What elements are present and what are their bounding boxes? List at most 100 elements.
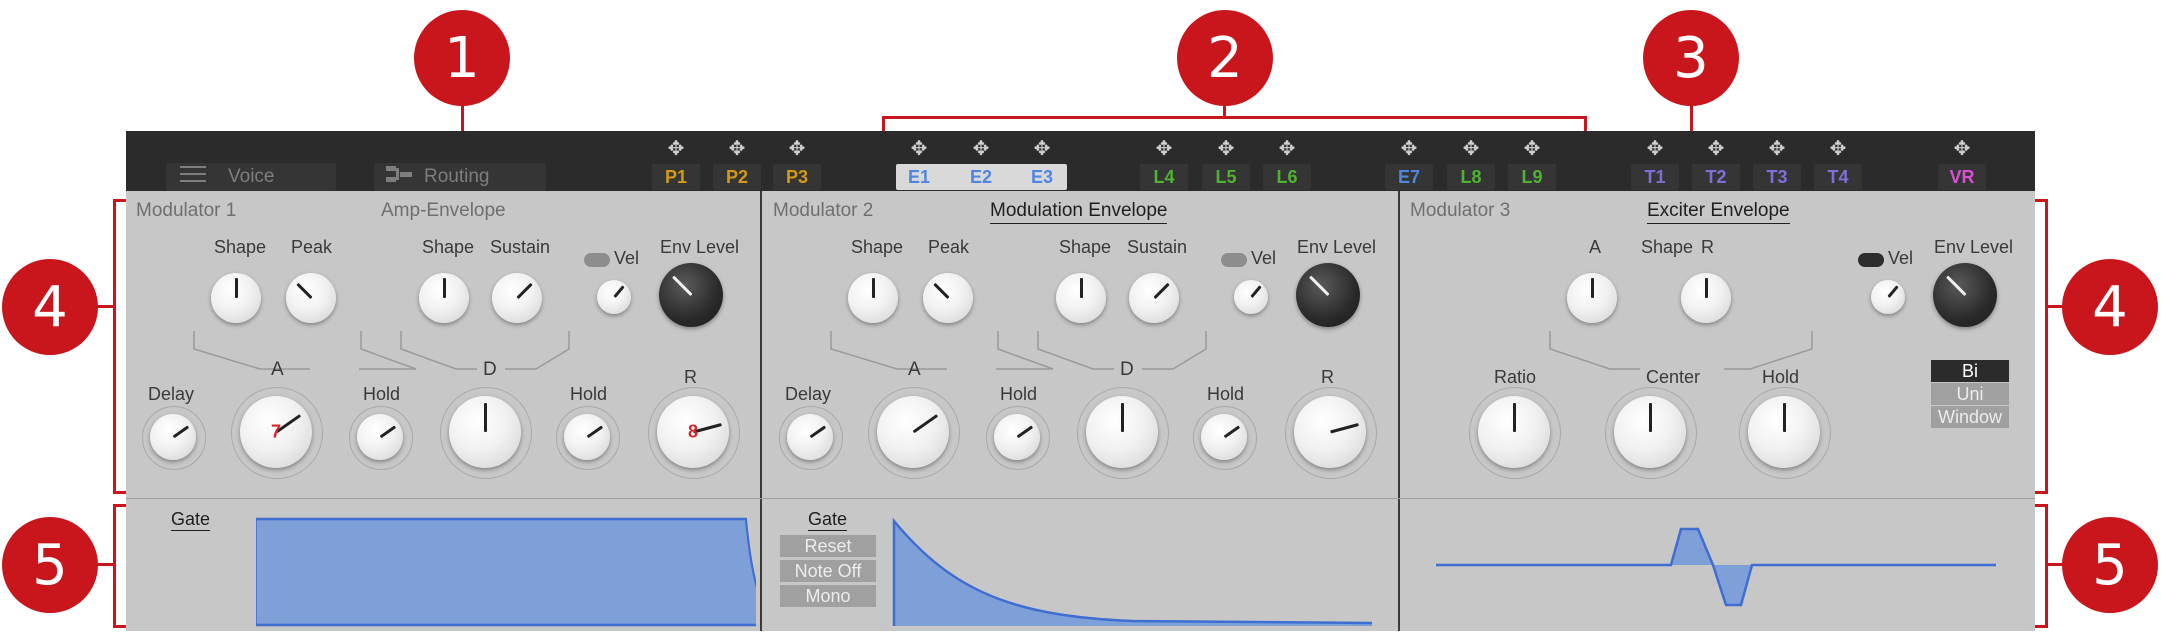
drag-handle-icon[interactable]: ✥ [1766, 137, 1788, 159]
voice-button[interactable]: Voice [166, 163, 336, 191]
d-knob-1[interactable] [449, 396, 521, 468]
mod-slot-l8[interactable]: L8 [1447, 164, 1495, 190]
center-knob[interactable] [1614, 396, 1686, 468]
mod-slot-l9[interactable]: L9 [1508, 164, 1556, 190]
modulators-panel: Modulator 1 Amp-Envelope Shape Peak Shap… [126, 191, 2035, 631]
callout-5-right: 5 [2062, 517, 2158, 613]
drag-handle-icon[interactable]: ✥ [1276, 137, 1298, 159]
delay-label-2: Delay [785, 384, 832, 404]
a-value-1: 7 [270, 421, 281, 442]
hold-label-1b: Hold [570, 384, 608, 404]
a-label-2: A [908, 359, 921, 380]
gate-label-2: Gate [808, 509, 848, 531]
d-label-2: D [1120, 359, 1134, 380]
routing-button[interactable]: Routing [374, 163, 546, 191]
callout-4-right-bracket-bot [2035, 491, 2047, 494]
hold-knob-2a[interactable] [994, 414, 1040, 460]
reset-button[interactable]: Reset [780, 535, 876, 557]
drag-handle-icon[interactable]: ✥ [665, 137, 687, 159]
divider-1 [760, 191, 762, 631]
mod-slot-l4[interactable]: L4 [1140, 164, 1188, 190]
graph-divider [126, 498, 2035, 499]
callout-4-right-leader [2045, 305, 2065, 308]
amp-envelope-graph [256, 517, 756, 627]
drag-handle-icon[interactable]: ✥ [726, 137, 748, 159]
callout-5-right-bracket [2045, 504, 2048, 628]
d-knob-2[interactable] [1086, 396, 1158, 468]
drag-handle-icon[interactable]: ✥ [1705, 137, 1727, 159]
r-value-1: 8 [687, 421, 698, 442]
mod-slot-e7[interactable]: E7 [1385, 164, 1433, 190]
note-off-button[interactable]: Note Off [780, 560, 876, 582]
a-knob-1[interactable]: 7 [240, 396, 312, 468]
drag-handle-icon[interactable]: ✥ [1460, 137, 1482, 159]
uni-button[interactable]: Uni [1931, 383, 2009, 405]
r-label-2: R [1321, 367, 1334, 387]
hold-label-2a: Hold [1000, 384, 1038, 404]
mono-button[interactable]: Mono [780, 585, 876, 607]
callout-5-right-leader [2045, 563, 2065, 566]
callout-2-bracket-top [882, 116, 1587, 119]
d-label-1: D [483, 359, 497, 380]
mod-slot-e1[interactable]: E1 [895, 164, 943, 190]
drag-handle-icon[interactable]: ✥ [1644, 137, 1666, 159]
r-knob-2[interactable] [1294, 396, 1366, 468]
drag-handle-icon[interactable]: ✥ [908, 137, 930, 159]
mod-slot-e2[interactable]: E2 [957, 164, 1005, 190]
hold-knob-3[interactable] [1748, 396, 1820, 468]
mod-slot-l5[interactable]: L5 [1202, 164, 1250, 190]
mod-slot-p2[interactable]: P2 [713, 164, 761, 190]
callout-5-right-bracket-top [2035, 504, 2047, 507]
callout-5-left: 5 [2, 517, 98, 613]
r-knob-1[interactable]: 8 [657, 396, 729, 468]
hold-knob-1a[interactable] [357, 414, 403, 460]
menu-icon [180, 165, 206, 189]
center-label: Center [1646, 367, 1701, 387]
delay-knob-1[interactable] [150, 414, 196, 460]
mod-slot-t4[interactable]: T4 [1814, 164, 1862, 190]
modulation-envelope-graph [892, 517, 1373, 626]
a-label-1: A [271, 359, 284, 380]
gate-label-1: Gate [171, 509, 211, 531]
callout-2: 2 [1177, 10, 1273, 106]
drag-handle-icon[interactable]: ✥ [970, 137, 992, 159]
hold-label-3: Hold [1762, 367, 1800, 387]
callout-1: 1 [414, 10, 510, 106]
exciter-envelope-graph [1436, 527, 1996, 607]
window-button[interactable]: Window [1931, 406, 2009, 428]
mod-slot-t1[interactable]: T1 [1631, 164, 1679, 190]
callout-5-right-bracket-bot [2035, 625, 2047, 628]
hold-knob-2b[interactable] [1201, 414, 1247, 460]
callout-5-left-bracket-top [113, 504, 126, 507]
mod-slot-p3[interactable]: P3 [773, 164, 821, 190]
callout-4-left-bracket [113, 199, 116, 494]
hold-label-2b: Hold [1207, 384, 1245, 404]
callout-4-left-bracket-top [113, 199, 126, 202]
drag-handle-icon[interactable]: ✥ [1951, 137, 1973, 159]
mod-slot-p1[interactable]: P1 [652, 164, 700, 190]
callout-4-left-bracket-bot [113, 491, 126, 494]
drag-handle-icon[interactable]: ✥ [1398, 137, 1420, 159]
callout-4-right-bracket-top [2035, 199, 2047, 202]
routing-icon [386, 165, 412, 189]
drag-handle-icon[interactable]: ✥ [1521, 137, 1543, 159]
drag-handle-icon[interactable]: ✥ [1031, 137, 1053, 159]
drag-handle-icon[interactable]: ✥ [1215, 137, 1237, 159]
drag-handle-icon[interactable]: ✥ [1827, 137, 1849, 159]
callout-5-left-bracket [113, 504, 116, 628]
a-knob-2[interactable] [877, 396, 949, 468]
bi-button[interactable]: Bi [1931, 360, 2009, 382]
mod-slot-l6[interactable]: L6 [1263, 164, 1311, 190]
callout-4-right: 4 [2062, 259, 2158, 355]
drag-handle-icon[interactable]: ✥ [786, 137, 808, 159]
routing-label: Routing [424, 166, 490, 187]
mod-slot-t3[interactable]: T3 [1753, 164, 1801, 190]
ratio-knob[interactable] [1478, 396, 1550, 468]
hold-knob-1b[interactable] [564, 414, 610, 460]
drag-handle-icon[interactable]: ✥ [1153, 137, 1175, 159]
mod-slot-t2[interactable]: T2 [1692, 164, 1740, 190]
delay-knob-2[interactable] [787, 414, 833, 460]
mod-slot-vr[interactable]: VR [1938, 164, 1986, 190]
modulation-top-bar: Voice Routing ✥ P1 ✥ P2 ✥ P3 ✥ E1 ✥ E2 ✥ E3 ✥ L4 ✥ L5 ✥ L… [126, 131, 2035, 191]
mod-slot-e3[interactable]: E3 [1018, 164, 1066, 190]
